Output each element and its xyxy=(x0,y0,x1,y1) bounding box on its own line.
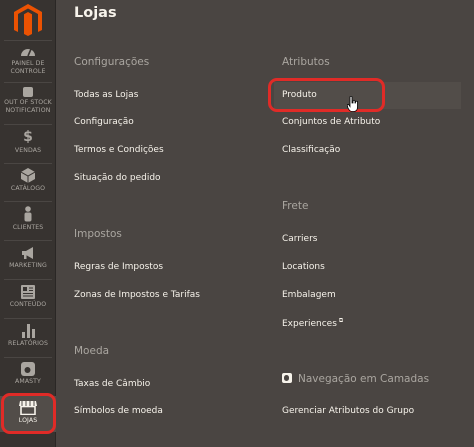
sidebar-item-label: CATÁLOGO xyxy=(10,185,46,192)
link-simbolos-de-moeda[interactable]: Símbolos de moeda xyxy=(74,406,163,416)
sidebar-divider xyxy=(4,279,52,280)
sidebar-divider xyxy=(4,40,52,41)
bar-chart-icon xyxy=(21,324,35,338)
section-title-navegacao-em-camadas: Navegação em Camadas xyxy=(282,373,429,385)
sidebar-item-label: OUT OF STOCK xyxy=(4,99,52,106)
sidebar-item-label: PAINEL DE xyxy=(11,60,45,67)
content-icon xyxy=(21,285,35,299)
sidebar-item-label: AMASTY xyxy=(15,378,41,385)
section-title-atributos: Atributos xyxy=(282,56,330,68)
sidebar-divider xyxy=(4,82,52,83)
link-locations[interactable]: Locations xyxy=(282,262,325,272)
sidebar-item-conteudo[interactable]: CONTEÚDO xyxy=(0,285,56,309)
link-carriers[interactable]: Carriers xyxy=(282,234,317,244)
external-link-icon: ⧉ xyxy=(338,317,344,324)
dollar-icon: $ xyxy=(23,129,33,145)
annotation-highlight-produto xyxy=(268,78,385,112)
link-gerenciar-atributos-do-grupo[interactable]: Gerenciar Atributos do Grupo xyxy=(282,406,414,416)
megaphone-icon xyxy=(21,247,33,259)
amasty-icon xyxy=(282,373,292,383)
section-title-configuracoes: Configurações xyxy=(74,56,150,68)
link-zonas-de-impostos-e-tarifas[interactable]: Zonas de Impostos e Tarifas xyxy=(74,290,200,300)
sidebar-divider xyxy=(4,201,52,202)
panel-title: Lojas xyxy=(74,5,117,21)
link-regras-de-impostos[interactable]: Regras de Impostos xyxy=(74,262,163,272)
sidebar-item-label: RELATÓRIOS xyxy=(7,340,49,347)
sidebar-item-marketing[interactable]: MARKETING xyxy=(0,247,56,270)
sidebar-divider xyxy=(4,163,52,164)
sidebar-item-label: CONTROLE xyxy=(10,68,46,75)
sidebar-divider xyxy=(4,318,52,319)
sidebar-item-label: VENDAS xyxy=(14,147,42,154)
section-title-frete: Frete xyxy=(282,200,309,212)
notification-icon xyxy=(23,87,33,97)
sidebar-item-label: NOTIFICATION xyxy=(5,107,51,114)
sidebar-item-label: MARKETING xyxy=(9,262,47,269)
stores-flyout-panel: Lojas Configurações Todas as Lojas Confi… xyxy=(56,0,474,447)
sidebar-item-dashboard[interactable]: PAINEL DE CONTROLE xyxy=(0,44,56,76)
amasty-icon xyxy=(21,362,35,376)
section-title-moeda: Moeda xyxy=(74,345,110,357)
link-conjuntos-de-atributo[interactable]: Conjuntos de Atributo xyxy=(282,117,380,127)
link-termos-e-condicoes[interactable]: Termos e Condições xyxy=(74,145,164,155)
sidebar-item-relatorios[interactable]: RELATÓRIOS xyxy=(0,324,56,348)
admin-sidebar: PAINEL DE CONTROLE OUT OF STOCK NOTIFICA… xyxy=(0,0,56,447)
sidebar-item-amasty[interactable]: AMASTY xyxy=(0,362,56,386)
link-classificacao[interactable]: Classificação xyxy=(282,145,340,155)
sidebar-divider xyxy=(4,357,52,358)
section-title-text: Navegação em Camadas xyxy=(298,373,430,385)
annotation-highlight-lojas xyxy=(1,393,56,434)
sidebar-item-clientes[interactable]: CLIENTES xyxy=(0,206,56,232)
sidebar-item-out-of-stock-notification[interactable]: OUT OF STOCK NOTIFICATION xyxy=(0,87,56,115)
hand-pointer-icon xyxy=(347,96,358,112)
sidebar-item-label: CLIENTES xyxy=(12,224,44,231)
cube-icon xyxy=(21,168,35,183)
section-title-impostos: Impostos xyxy=(74,228,122,240)
link-situacao-do-pedido[interactable]: Situação do pedido xyxy=(74,173,161,183)
dashboard-icon xyxy=(21,48,35,57)
sidebar-item-label: CONTEÚDO xyxy=(9,301,47,308)
link-experiences-wrapper[interactable]: Experiences ⧉ xyxy=(282,317,343,329)
link-taxas-de-cambio[interactable]: Taxas de Câmbio xyxy=(74,379,150,389)
person-icon xyxy=(24,206,32,222)
link-embalagem[interactable]: Embalagem xyxy=(282,290,336,300)
sidebar-item-vendas[interactable]: $ VENDAS xyxy=(0,130,56,155)
sidebar-divider xyxy=(4,124,52,125)
magento-logo-icon[interactable] xyxy=(10,2,46,38)
link-configuracao[interactable]: Configuração xyxy=(74,117,134,127)
link-todas-as-lojas[interactable]: Todas as Lojas xyxy=(74,90,138,100)
link-experiences[interactable]: Experiences xyxy=(282,319,337,329)
sidebar-item-catalogo[interactable]: CATÁLOGO xyxy=(0,168,56,193)
sidebar-divider xyxy=(4,240,52,241)
